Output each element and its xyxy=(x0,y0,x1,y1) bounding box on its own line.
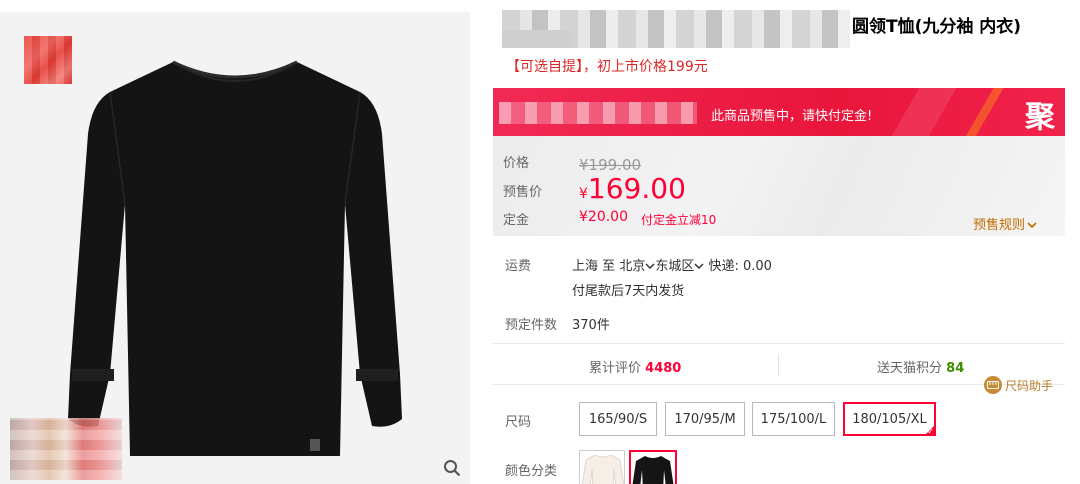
size-option-m[interactable]: 170/95/M xyxy=(665,402,745,436)
reviews-count: 4480 xyxy=(645,361,682,376)
deposit-label: 定金 xyxy=(503,213,530,228)
presale-rules-link[interactable]: 预售规则 xyxy=(973,214,1037,233)
color-label: 颜色分类 xyxy=(505,464,558,479)
reservations-label: 预定件数 xyxy=(505,318,558,333)
magnifier-icon xyxy=(444,460,461,477)
chevron-down-icon xyxy=(1027,222,1037,229)
banner-text: 此商品预售中，请快付定金! xyxy=(711,109,873,124)
city-label: 北京 xyxy=(619,259,646,274)
city-selector[interactable]: 北京 xyxy=(619,259,655,274)
reviews-stat[interactable]: 累计评价 4480 xyxy=(589,357,681,376)
presale-banner: 此商品预售中，请快付定金! 聚 xyxy=(493,88,1065,136)
stats-bar: 累计评价 4480 送天猫积分 84 xyxy=(493,343,1065,385)
color-swatch-black[interactable] xyxy=(629,450,677,484)
express-fee: 快递: 0.00 xyxy=(708,259,772,274)
product-image-panel xyxy=(0,12,470,484)
price-label: 价格 xyxy=(503,156,530,171)
banner-logo-blurred xyxy=(499,102,697,124)
title-blurred xyxy=(502,10,850,48)
ship-to-word: 至 xyxy=(602,259,616,274)
size-helper-label: 尺码助手 xyxy=(1005,378,1054,393)
chevron-down-icon xyxy=(645,263,655,270)
price-box: 价格 ¥199.00 预售价 ¥169.00 定金 ¥20.00 付定金立减10… xyxy=(493,136,1065,236)
shipping-line: 上海 至 北京 东城区 快递: 0.00 xyxy=(572,255,772,274)
reservations-count: 370件 xyxy=(572,318,610,333)
stats-divider xyxy=(778,354,779,376)
presale-price: ¥169.00 xyxy=(579,172,686,205)
ju-badge: 聚 xyxy=(1025,100,1055,135)
presale-amount: 169.00 xyxy=(587,172,686,205)
district-label: 东城区 xyxy=(655,259,695,274)
ship-from: 上海 xyxy=(572,259,599,274)
product-subtitle: 【可选自提】，初上市价格199元 xyxy=(506,59,708,75)
district-selector[interactable]: 东城区 xyxy=(655,259,704,274)
size-option-s[interactable]: 165/90/S xyxy=(579,402,657,436)
reviews-label: 累计评价 xyxy=(589,361,642,376)
points-count: 84 xyxy=(946,361,965,376)
white-shirt-thumbnail xyxy=(581,454,624,484)
delivery-note: 付尾款后7天内发货 xyxy=(572,284,685,299)
watermark-blurred xyxy=(10,418,122,480)
chevron-down-icon xyxy=(694,263,704,270)
deposit-note: 付定金立减10 xyxy=(641,213,717,227)
currency-symbol: ¥ xyxy=(579,186,588,202)
presale-label: 预售价 xyxy=(503,185,543,200)
size-helper-button[interactable]: 尺码助手 xyxy=(984,376,1053,394)
points-stat: 送天猫积分 84 xyxy=(877,357,964,376)
ruler-icon xyxy=(984,376,1002,394)
black-shirt-thumbnail xyxy=(632,456,674,484)
zoom-button[interactable] xyxy=(434,450,470,484)
presale-rules-label: 预售规则 xyxy=(972,218,1025,233)
product-image-shirt xyxy=(68,60,402,456)
shipping-label: 运费 xyxy=(505,259,532,274)
size-option-xl[interactable]: 180/105/XL xyxy=(843,402,936,436)
size-option-l[interactable]: 175/100/L xyxy=(752,402,835,436)
size-label: 尺码 xyxy=(505,415,532,430)
product-title: 圆领T恤(九分袖 内衣) xyxy=(502,10,1072,50)
color-swatch-white[interactable] xyxy=(579,450,625,484)
points-label: 送天猫积分 xyxy=(877,361,943,376)
deposit-amount: ¥20.00 xyxy=(579,209,628,225)
product-title-text: 圆领T恤(九分袖 内衣) xyxy=(852,17,1022,37)
